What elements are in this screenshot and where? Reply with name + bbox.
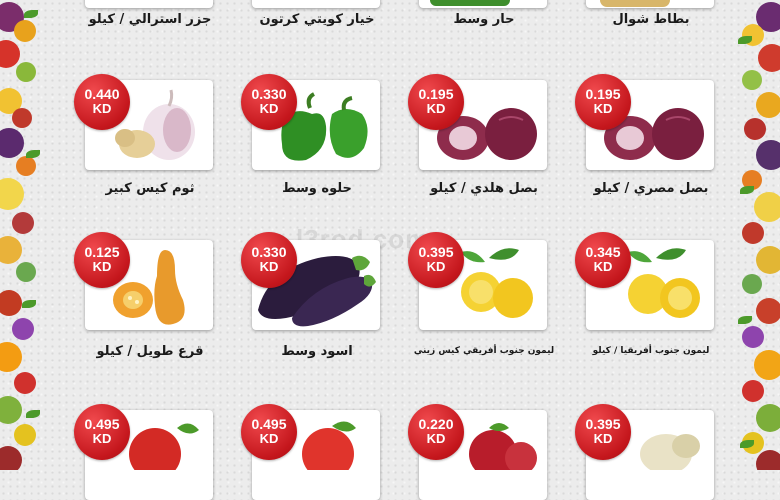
product-name: اسود وسط — [281, 344, 353, 359]
price-badge: 0.495 KD — [74, 404, 130, 460]
product-name: ليمون جنوب أفريقي كيس زيني — [413, 346, 555, 356]
product-name: حار وسط — [453, 12, 515, 27]
product-name: بطاط شوال — [612, 12, 690, 27]
fruit-border-left — [0, 0, 46, 470]
price-badge: 0.440 KD — [74, 74, 130, 130]
price-badge: 0.195 KD — [575, 74, 631, 130]
product-name: حلوه وسط — [282, 181, 352, 196]
product-name: بصل مصري / كيلو — [593, 181, 709, 196]
product-name: خيار كويتي كرتون — [259, 12, 375, 27]
product-name: بصل هلدي / كيلو — [430, 181, 538, 196]
price-badge: 0.395 KD — [408, 232, 464, 288]
price-badge: 0.330 KD — [241, 232, 297, 288]
price-badge: 0.395 KD — [575, 404, 631, 460]
price-badge: 0.330 KD — [241, 74, 297, 130]
fruit-border-right — [734, 0, 780, 470]
product-name: ثوم كيس كبير — [105, 181, 195, 196]
price-badge: 0.345 KD — [575, 232, 631, 288]
product-name: قرع طويل / كيلو — [96, 344, 204, 359]
potato-icon — [600, 0, 670, 7]
price-badge: 0.495 KD — [241, 404, 297, 460]
price-badge: 0.125 KD — [74, 232, 130, 288]
product-name: جزر استرالي / كيلو — [88, 12, 212, 27]
product-name: ليمون جنوب أفريقيا / كيلو — [592, 346, 710, 356]
price-badge: 0.195 KD — [408, 74, 464, 130]
hot-pepper-icon — [430, 0, 510, 6]
price-badge: 0.220 KD — [408, 404, 464, 460]
